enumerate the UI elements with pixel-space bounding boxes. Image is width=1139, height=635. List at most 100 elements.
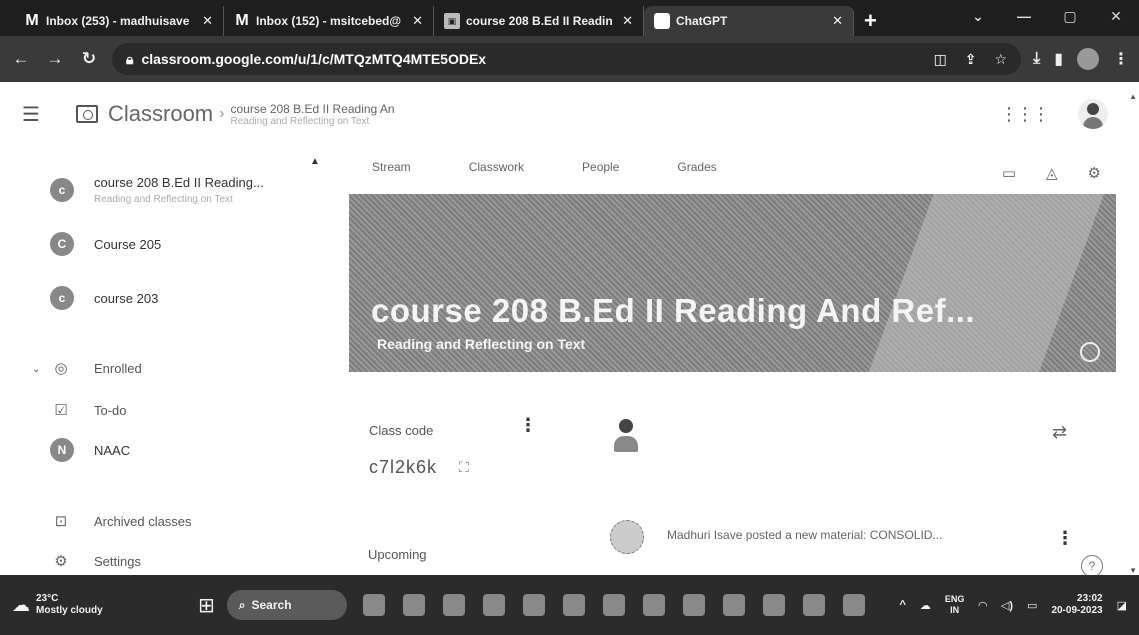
classroom-logo-icon[interactable] [76, 105, 98, 123]
volume-icon[interactable]: ◁) [1001, 599, 1013, 612]
app-name[interactable]: Classroom [108, 101, 213, 127]
more-options-icon[interactable]: ⋮ [519, 415, 537, 436]
course-title: course 208 B.Ed II Reading An [230, 101, 395, 116]
lock-icon[interactable]: 🔒︎ [126, 51, 133, 68]
window-close-icon[interactable]: ✕ [1093, 0, 1139, 32]
chevron-up-icon[interactable]: ^ [899, 599, 905, 611]
tab-stream[interactable]: Stream [372, 160, 411, 174]
onedrive-cloud-icon[interactable]: ☁ [920, 599, 931, 612]
taskbar-app-icon[interactable] [562, 594, 585, 616]
wifi-icon[interactable]: ◠ [978, 599, 986, 612]
close-icon[interactable]: ✕ [832, 13, 843, 29]
share-icon[interactable]: ⇪ [965, 51, 977, 68]
language-indicator[interactable]: ENG IN [945, 594, 965, 616]
reload-icon[interactable]: ↻ [78, 49, 100, 69]
taskbar-app-icon[interactable] [842, 594, 865, 616]
main-menu-icon[interactable]: ☰ [22, 102, 52, 127]
class-code-label: Class code [369, 423, 434, 438]
google-lens-icon[interactable]: ◫ [934, 51, 947, 68]
fullscreen-icon[interactable]: ⛶ [459, 459, 469, 476]
google-apps-icon[interactable]: ⋮⋮⋮ [1000, 104, 1050, 125]
tab-grades[interactable]: Grades [677, 160, 716, 174]
class-name: course 203 [94, 290, 159, 306]
minimize-icon[interactable]: — [1001, 0, 1047, 32]
taskbar-app-icon[interactable] [442, 594, 465, 616]
window-controls: ⌄ — ▢ ✕ [955, 0, 1139, 32]
browser-tab-chatgpt[interactable]: ChatGPT ✕ [644, 6, 854, 36]
sidebar-item-naac[interactable]: N NAAC [0, 422, 320, 478]
scroll-down-arrow-icon[interactable]: ▼ [1129, 566, 1137, 575]
browser-tab-gmail-2[interactable]: M Inbox (152) - msitcebed@ ✕ [224, 6, 434, 36]
tab-classwork[interactable]: Classwork [469, 160, 524, 174]
maximize-icon[interactable]: ▢ [1047, 0, 1093, 32]
calendar-icon[interactable]: ▭ [1002, 164, 1016, 182]
browser-menu-icon[interactable]: ⋮ [1113, 49, 1129, 69]
archive-icon: ⊡ [54, 513, 68, 530]
drive-folder-icon[interactable]: ◬ [1046, 164, 1058, 182]
browser-tab-gmail-1[interactable]: M Inbox (253) - madhuisave ✕ [14, 6, 224, 36]
taskbar-search[interactable]: ⌕ Search [226, 590, 347, 620]
weather-widget[interactable]: ☁ 23°C Mostly cloudy [12, 593, 172, 617]
scroll-up-arrow-icon[interactable]: ▲ [1129, 92, 1137, 101]
url-bar[interactable]: 🔒︎ classroom.google.com/u/1/c/MTQzMTQ4MT… [112, 43, 1022, 75]
url-text[interactable]: classroom.google.com/u/1/c/MTQzMTQ4MTE5O… [141, 51, 915, 67]
banner-title: course 208 B.Ed II Reading And Ref... [371, 292, 976, 329]
class-settings-gear-icon[interactable]: ⚙ [1088, 164, 1101, 182]
taskbar-app-icon[interactable] [682, 594, 705, 616]
tab-label: ChatGPT [676, 14, 728, 28]
time: 23:02 [1077, 593, 1103, 604]
tab-search-icon[interactable]: ⌄ [955, 0, 1001, 32]
sidebar-item-archived[interactable]: ⊡ Archived classes [0, 503, 320, 539]
class-code-card: Class code ⋮ c7l2k6k ⛶ [349, 405, 539, 485]
sidebar-item-settings[interactable]: ⚙ Settings [0, 543, 320, 579]
notification-icon[interactable]: ◪ [1117, 599, 1127, 612]
taskbar-app-icon[interactable] [602, 594, 625, 616]
taskbar-app-icon[interactable] [802, 594, 825, 616]
breadcrumb[interactable]: course 208 B.Ed II Reading An Reading an… [230, 102, 394, 127]
taskbar-app-icon[interactable] [522, 594, 545, 616]
sidebar-item-enrolled[interactable]: ◎ Enrolled [0, 350, 320, 386]
sidebar-item-label: To-do [94, 402, 127, 418]
class-avatar: c [50, 286, 74, 310]
forward-icon[interactable]: → [44, 49, 66, 69]
post-more-options-icon[interactable]: ⋮ [1056, 528, 1074, 549]
taskbar-app-icon[interactable] [762, 594, 785, 616]
tab-people[interactable]: People [582, 160, 619, 174]
taskbar-app-icon[interactable] [642, 594, 665, 616]
gear-icon: ⚙ [54, 553, 68, 570]
info-icon[interactable] [1080, 342, 1100, 362]
help-icon[interactable]: ? [1081, 555, 1103, 577]
sidebar-item-label: Archived classes [94, 513, 192, 529]
close-icon[interactable]: ✕ [202, 13, 213, 29]
material-post-text[interactable]: Madhuri Isave posted a new material: CON… [667, 528, 942, 542]
taskbar-app-icon[interactable] [402, 594, 425, 616]
sidebar-item-course-205[interactable]: C Course 205 [0, 216, 320, 272]
sidebar-item-course-208[interactable]: c course 208 B.Ed II Reading... Reading … [0, 162, 320, 218]
avatar[interactable] [1078, 99, 1108, 129]
browser-profile-avatar[interactable] [1077, 48, 1099, 70]
clock[interactable]: 23:02 20-09-2023 [1051, 593, 1102, 617]
windows-start-icon[interactable]: ⊞ [198, 593, 215, 618]
battery-icon[interactable]: ▭ [1027, 599, 1037, 612]
cloud-icon: ☁ [12, 594, 30, 615]
class-avatar: C [50, 232, 74, 256]
class-name: course 208 B.Ed II Reading... [94, 175, 264, 190]
date: 20-09-2023 [1051, 605, 1103, 616]
tab-label: course 208 B.Ed II Readin [466, 14, 613, 28]
repost-icon[interactable]: ⇄ [1052, 422, 1067, 443]
close-icon[interactable]: ✕ [622, 13, 633, 29]
material-icon [610, 520, 644, 554]
gmail-icon: M [235, 12, 249, 29]
taskbar-app-icon[interactable] [482, 594, 505, 616]
sidebar-item-course-203[interactable]: c course 203 [0, 270, 320, 326]
back-icon[interactable]: ← [10, 49, 32, 69]
taskbar-app-icon[interactable] [362, 594, 385, 616]
taskbar-app-icon[interactable] [722, 594, 745, 616]
download-icon[interactable]: ⤓ [1033, 50, 1040, 68]
close-icon[interactable]: ✕ [412, 13, 423, 29]
tab-label: Inbox (152) - msitcebed@ [256, 14, 402, 28]
new-tab-button[interactable]: + [854, 6, 887, 36]
bookmark-star-icon[interactable]: ☆ [995, 51, 1008, 68]
side-panel-icon[interactable]: ▮ [1054, 49, 1063, 69]
browser-tab-classroom[interactable]: ▣ course 208 B.Ed II Readin ✕ [434, 6, 644, 36]
